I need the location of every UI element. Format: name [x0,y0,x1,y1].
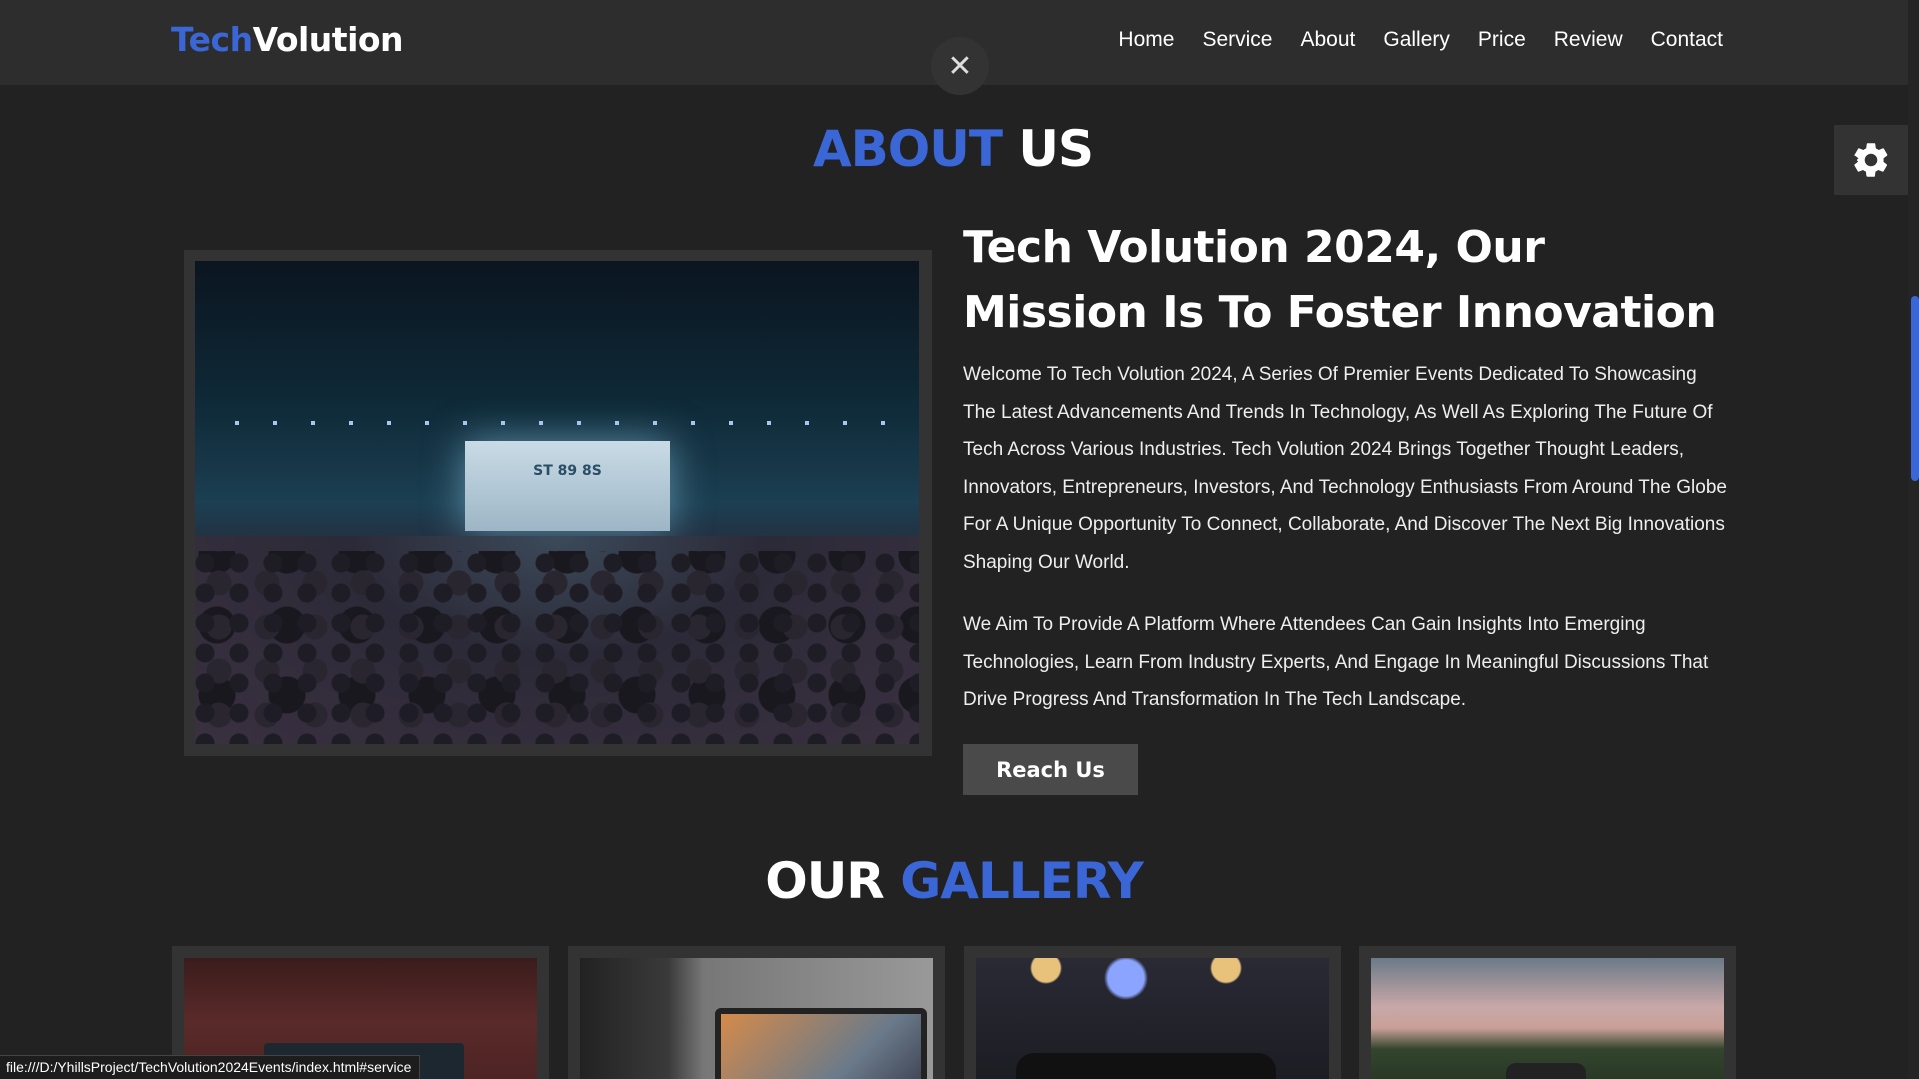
scrollbar-thumb[interactable] [1911,296,1919,481]
about-paragraph-1: Welcome To Tech Volution 2024, A Series … [963,364,1727,573]
about-image-frame: ST 89 8S [184,250,932,756]
main-nav: Home Service About Gallery Price Review … [1118,28,1723,52]
nav-price[interactable]: Price [1478,28,1526,52]
gallery-title-accent: GALLERY [900,852,1144,910]
about-title-rest: US [1002,120,1094,178]
gallery-section-title: OUR GALLERY [0,852,1908,910]
browser-status-bar: file:///D:/YhillsProject/TechVolution202… [0,1055,421,1079]
reach-us-button[interactable]: Reach Us [963,744,1138,795]
stage-screen: ST 89 8S [465,441,670,531]
stage-screen-text: ST 89 8S [533,463,602,479]
nav-gallery[interactable]: Gallery [1383,28,1450,52]
gallery-card[interactable] [1359,946,1736,1079]
audience-crowd [195,551,919,744]
gallery-image-camera-landscape [1371,958,1724,1079]
about-section-title: ABOUT US [0,120,1907,178]
gallery-card[interactable] [964,946,1341,1079]
nav-service[interactable]: Service [1202,28,1272,52]
nav-about[interactable]: About [1300,28,1355,52]
scrollbar-track[interactable] [1908,0,1919,1079]
logo-rest: Volution [252,20,404,59]
nav-home[interactable]: Home [1118,28,1174,52]
gallery-image-person-laptop [580,958,933,1079]
about-paragraph-2: We Aim To Provide A Platform Where Atten… [963,614,1709,710]
gallery-image-camera [976,958,1329,1079]
close-button[interactable]: ✕ [931,37,989,95]
close-icon: ✕ [947,48,973,84]
stage-lights [235,421,885,425]
gallery-card[interactable] [568,946,945,1079]
logo-accent: Tech [171,20,253,59]
nav-contact[interactable]: Contact [1651,28,1723,52]
site-logo[interactable]: TechVolution [171,20,404,59]
about-heading: Tech Volution 2024, Our Mission Is To Fo… [963,222,1717,338]
about-title-accent: ABOUT [812,120,1003,178]
conference-hall-image: ST 89 8S [195,261,919,744]
nav-review[interactable]: Review [1554,28,1623,52]
gallery-title-rest: OUR [765,852,901,910]
